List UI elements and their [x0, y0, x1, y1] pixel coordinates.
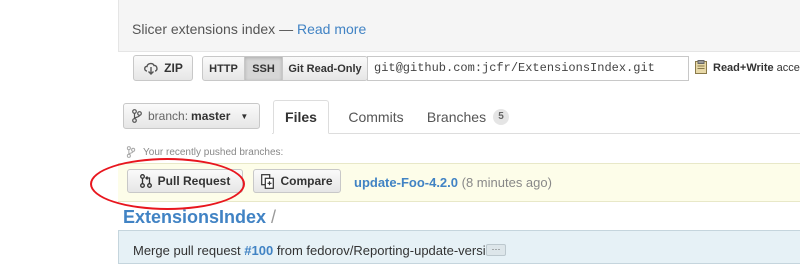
commit-suffix: from fedorov/Reporting-update-version	[273, 243, 501, 258]
compare-button[interactable]: Compare	[253, 169, 341, 193]
description-text: Slicer extensions index —	[132, 21, 297, 37]
zip-download-button[interactable]: ZIP	[133, 55, 193, 81]
branch-icon	[126, 146, 136, 158]
commit-prefix: Merge pull request	[133, 243, 245, 258]
breadcrumb: ExtensionsIndex /	[123, 207, 276, 228]
clone-url-field[interactable]: git@github.com:jcfr/ExtensionsIndex.git	[367, 56, 689, 81]
tab-files[interactable]: Files	[273, 100, 329, 134]
caret-down-icon: ▼	[240, 111, 249, 121]
compare-label: Compare	[280, 174, 333, 188]
breadcrumb-separator: /	[266, 207, 277, 227]
tab-branches[interactable]: Branches 5	[418, 100, 518, 134]
expand-commit-button[interactable]: ···	[486, 244, 506, 256]
tab-branches-label: Branches	[426, 109, 487, 125]
cloud-download-icon	[144, 62, 158, 75]
read-more-link[interactable]: Read more	[297, 21, 366, 37]
commit-message: Merge pull request #100 from fedorov/Rep…	[133, 243, 500, 258]
recent-branch-link[interactable]: update-Foo-4.2.0	[354, 175, 458, 190]
access-level-rest: acces	[776, 62, 800, 74]
breadcrumb-repo-link[interactable]: ExtensionsIndex	[123, 207, 266, 227]
branch-icon	[132, 109, 142, 123]
protocol-ssh-button[interactable]: SSH	[245, 57, 283, 80]
tab-commits-label: Commits	[348, 109, 404, 125]
tab-commits[interactable]: Commits	[336, 100, 416, 134]
protocol-http-button[interactable]: HTTP	[203, 57, 245, 80]
tab-files-label: Files	[285, 109, 317, 125]
recent-branch-time: (8 minutes ago)	[458, 175, 552, 190]
annotation-circle	[90, 158, 245, 210]
zip-label: ZIP	[164, 61, 183, 75]
commit-pr-link[interactable]: #100	[244, 243, 273, 258]
repo-description: Slicer extensions index — Read more	[132, 21, 366, 37]
recent-branches-label: Your recently pushed branches:	[143, 147, 284, 158]
protocol-git-readonly-button[interactable]: Git Read-Only	[283, 57, 367, 80]
access-level-text: Read+Write acces	[713, 62, 800, 74]
branches-count-badge: 5	[493, 109, 510, 125]
recent-branch-entry: update-Foo-4.2.0 (8 minutes ago)	[354, 175, 552, 190]
clipboard-icon[interactable]	[695, 60, 707, 74]
branch-label: branch:	[148, 109, 189, 123]
access-level-bold: Read+Write	[713, 62, 774, 74]
compare-icon	[261, 173, 275, 189]
branch-selector[interactable]: branch: master ▼	[123, 103, 260, 129]
branch-value: master	[191, 109, 231, 123]
clone-protocol-group: HTTP SSH Git Read-Only	[202, 56, 368, 81]
